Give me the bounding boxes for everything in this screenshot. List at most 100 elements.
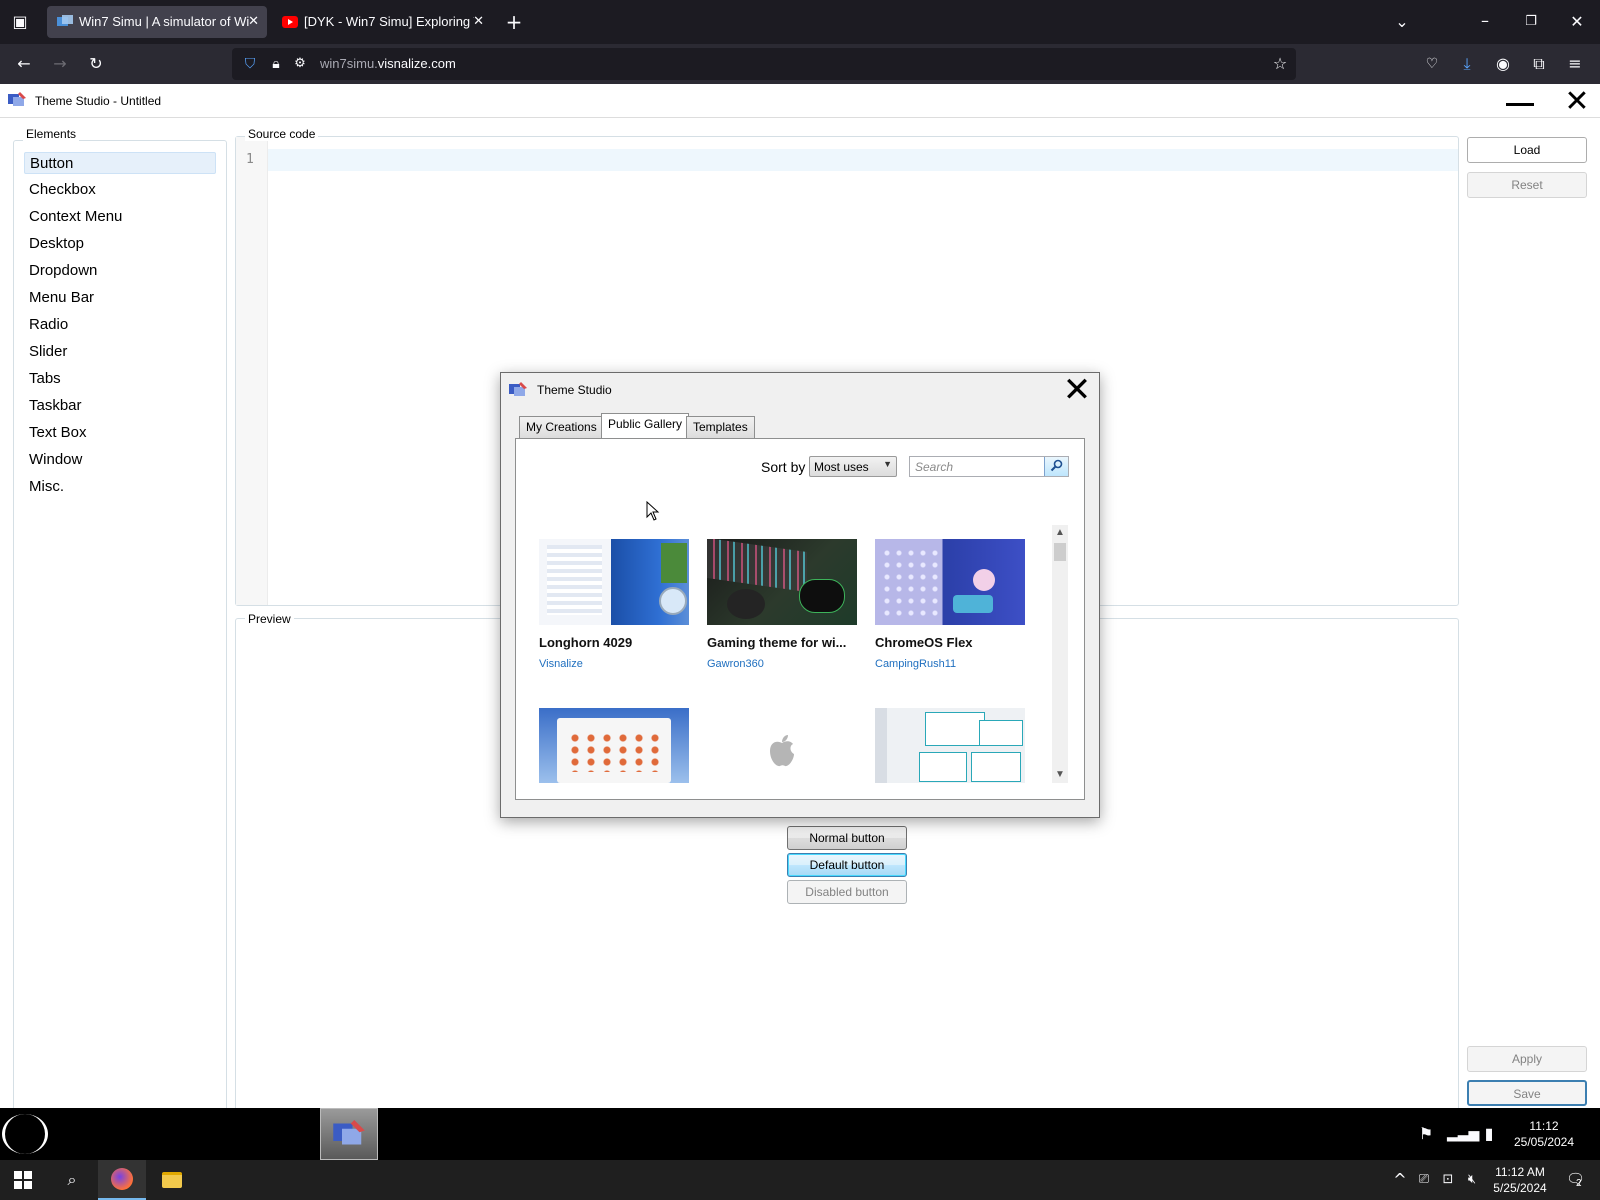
element-item-misc[interactable]: Misc. [24, 476, 216, 498]
gallery-item-longhorn[interactable]: Longhorn 4029 Visnalize [539, 539, 689, 675]
element-item-slider[interactable]: Slider [24, 341, 216, 363]
network-icon[interactable]: ⊡ [1436, 1168, 1460, 1192]
browser-tab-win7simu[interactable]: Win7 Simu | A simulator of Windows 7 ✕ [47, 6, 267, 38]
elements-label: Elements [23, 127, 80, 141]
account-icon[interactable]: ◉ [1491, 52, 1515, 76]
downloads-icon[interactable]: ⤓ [1455, 52, 1479, 76]
preview-normal-button[interactable]: Normal button [787, 826, 907, 850]
gallery-thumbnail [539, 539, 689, 625]
search-icon [1050, 459, 1063, 472]
tab-overflow-chevron-icon[interactable]: ⌄ [1390, 10, 1414, 34]
public-gallery-panel: Sort by Most uses ▼ Search Longhorn 4029… [515, 438, 1085, 800]
element-item-context-menu[interactable]: Context Menu [24, 206, 216, 228]
battery-icon[interactable]: ▮ [1477, 1122, 1501, 1146]
sim-start-orb-icon[interactable] [2, 1114, 48, 1154]
bookmark-star-icon[interactable]: ☆ [1268, 52, 1292, 76]
scrollbar-thumb[interactable] [1054, 543, 1066, 561]
app-title: Theme Studio - Untitled [35, 94, 162, 108]
reset-button: Reset [1467, 172, 1587, 198]
element-item-desktop[interactable]: Desktop [24, 233, 216, 255]
system-clock-date: 5/25/2024 [1493, 1181, 1547, 1195]
gallery-item-author[interactable]: CampingRush11 [875, 658, 956, 670]
pocket-icon[interactable]: ♡ [1420, 52, 1444, 76]
new-tab-icon[interactable]: + [502, 10, 526, 34]
load-button[interactable]: Load [1467, 137, 1587, 163]
network-signal-icon[interactable]: ▂▃▅ [1447, 1122, 1479, 1146]
back-icon[interactable]: ← [12, 52, 36, 76]
theme-studio-icon [333, 1120, 365, 1145]
lock-icon[interactable]: 🔒︎ [264, 52, 288, 76]
firefox-icon [111, 1168, 133, 1190]
element-item-taskbar[interactable]: Taskbar [24, 395, 216, 417]
tab-my-creations[interactable]: My Creations [519, 416, 604, 438]
gallery-item-chromeos-flex[interactable]: ChromeOS Flex CampingRush11 [875, 539, 1025, 675]
sim-clock-date: 25/05/2024 [1513, 1135, 1575, 1149]
element-item-tabs[interactable]: Tabs [24, 368, 216, 390]
gallery-item[interactable] [875, 708, 1025, 783]
element-item-dropdown[interactable]: Dropdown [24, 260, 216, 282]
sort-dropdown[interactable]: Most uses ▼ [809, 456, 897, 477]
element-item-checkbox[interactable]: Checkbox [24, 179, 216, 201]
file-explorer-icon[interactable] [162, 1172, 182, 1188]
system-clock[interactable]: 11:12 AM 5/25/2024 [1480, 1164, 1560, 1196]
reload-icon[interactable]: ↻ [84, 52, 108, 76]
close-tab-icon[interactable]: ✕ [248, 6, 259, 38]
taskbar-item-theme-studio[interactable] [320, 1108, 378, 1160]
url-bar[interactable]: ⛉ 🔒︎ ⚙ win7simu.visnalize.com ☆ [232, 48, 1296, 80]
minimize-window-icon[interactable]: – [1473, 9, 1497, 33]
show-hidden-icons-chevron-icon[interactable]: ^ [1388, 1168, 1412, 1192]
search-icon[interactable]: ⌕ [60, 1168, 84, 1192]
gallery-scrollbar[interactable]: ▲ ▼ [1052, 525, 1068, 783]
notifications-button[interactable]: 🗨︎ 2 [1566, 1170, 1588, 1190]
gallery-item[interactable] [707, 708, 857, 783]
app-close-icon[interactable]: ✕ [1562, 87, 1592, 118]
save-button[interactable]: Save [1467, 1080, 1587, 1106]
close-window-icon[interactable]: ✕ [1565, 10, 1589, 34]
tab-public-gallery[interactable]: Public Gallery [601, 413, 690, 439]
tab-templates[interactable]: Templates [686, 416, 755, 438]
sort-by-label: Sort by [761, 459, 806, 475]
browser-tab-youtube[interactable]: [DYK - Win7 Simu] Exploring The ✕ [272, 6, 492, 38]
meet-now-icon[interactable]: ⎚ [1412, 1168, 1436, 1192]
sim-clock[interactable]: 11:12 25/05/2024 [1500, 1118, 1588, 1150]
gallery-item-author[interactable]: Visnalize [539, 658, 583, 670]
scroll-down-icon[interactable]: ▼ [1052, 767, 1068, 783]
element-item-radio[interactable]: Radio [24, 314, 216, 336]
windows-start-icon[interactable] [14, 1171, 32, 1189]
line-number: 1 [246, 152, 254, 167]
preview-label: Preview [245, 612, 294, 626]
restore-window-icon[interactable]: ❐ [1519, 10, 1543, 34]
scroll-up-icon[interactable]: ▲ [1052, 525, 1068, 541]
element-item-button[interactable]: Button [24, 152, 216, 174]
search-button[interactable] [1044, 457, 1068, 476]
tracking-protection-shield-icon[interactable]: ⛉ [238, 52, 262, 76]
element-item-window[interactable]: Window [24, 449, 216, 471]
dialog-close-icon[interactable]: ✕ [1059, 373, 1095, 407]
extensions-icon[interactable]: ⧉ [1527, 52, 1551, 76]
preview-default-button[interactable]: Default button [787, 853, 907, 877]
gallery-thumbnail [539, 708, 689, 783]
element-item-menu-bar[interactable]: Menu Bar [24, 287, 216, 309]
close-tab-icon[interactable]: ✕ [473, 6, 484, 38]
tab-list-icon[interactable]: ▣ [8, 10, 32, 34]
menu-icon[interactable]: ≡ [1563, 52, 1587, 76]
forward-icon[interactable]: → [48, 52, 72, 76]
search-placeholder: Search [915, 460, 954, 474]
taskbar-firefox-button[interactable] [98, 1160, 146, 1200]
dropdown-arrow-icon: ▼ [883, 459, 892, 469]
tab-title: Win7 Simu | A simulator of Windows 7 [79, 14, 249, 29]
element-item-text-box[interactable]: Text Box [24, 422, 216, 444]
action-center-flag-icon[interactable]: ⚑ [1414, 1122, 1438, 1146]
gallery-thumbnail [707, 708, 857, 783]
notification-count-badge: 2 [1576, 1178, 1582, 1189]
app-minimize-icon[interactable] [1506, 103, 1534, 106]
gallery-item-gaming-theme[interactable]: Gaming theme for wi... Gawron360 [707, 539, 857, 675]
youtube-favicon-icon [282, 16, 298, 28]
search-box[interactable]: Search [909, 456, 1069, 477]
code-editor-active-line[interactable] [268, 149, 1458, 171]
apple-logo-icon [770, 735, 794, 767]
gallery-item-author[interactable]: Gawron360 [707, 658, 764, 670]
gallery-item[interactable] [539, 708, 689, 783]
preview-disabled-button: Disabled button [787, 880, 907, 904]
permissions-icon[interactable]: ⚙ [288, 52, 312, 76]
